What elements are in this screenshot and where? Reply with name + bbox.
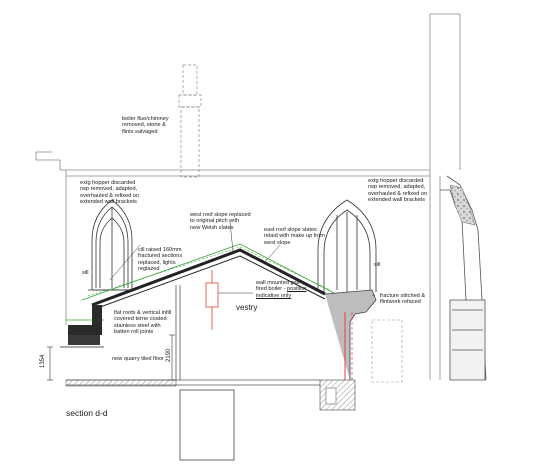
fracture-note: fracture stitched & flintwork refaced	[380, 293, 426, 306]
quarry-floor-note: new quarry tiled floor	[112, 356, 164, 362]
boiler-flue-note: boiler flue/chimney removed, stone & fli…	[122, 116, 169, 135]
west-roof-note: west roof slope replaced to original pit…	[190, 212, 251, 231]
dashed-box	[371, 319, 403, 383]
cill-note: cill raised 160mm fractured sections rep…	[138, 247, 183, 273]
flat-roof	[60, 305, 104, 348]
flat-roofs-note: flat roofs & vertical infill covered ter…	[114, 310, 172, 336]
chimney-outline	[178, 64, 202, 178]
hopper-right-note: extg hopper discarded rwp removed, adapt…	[368, 178, 428, 204]
section-title: section d-d	[66, 408, 108, 418]
boiler-note: wall mounted gas fired boiler - position…	[256, 280, 306, 299]
boiler	[205, 270, 219, 330]
door-outline	[179, 389, 235, 461]
east-roof-note: east roof slope slates relaid with make …	[264, 227, 325, 246]
right-rwp	[319, 289, 377, 411]
left-floor-hatch	[65, 379, 177, 387]
sill-left-label: sill	[82, 270, 89, 276]
sill-right-label: sill	[374, 262, 381, 268]
buttress-flint	[449, 184, 476, 226]
hopper-left-note: extg hopper discarded rwp removed, adapt…	[80, 180, 140, 206]
vestry-label: vestry	[236, 303, 258, 312]
right-gothic-window	[317, 199, 377, 292]
dim-2190: 2190	[166, 348, 172, 362]
vestry-roof	[81, 243, 335, 311]
dim-1354: 1354	[40, 354, 46, 368]
left-gothic-window	[88, 199, 136, 291]
